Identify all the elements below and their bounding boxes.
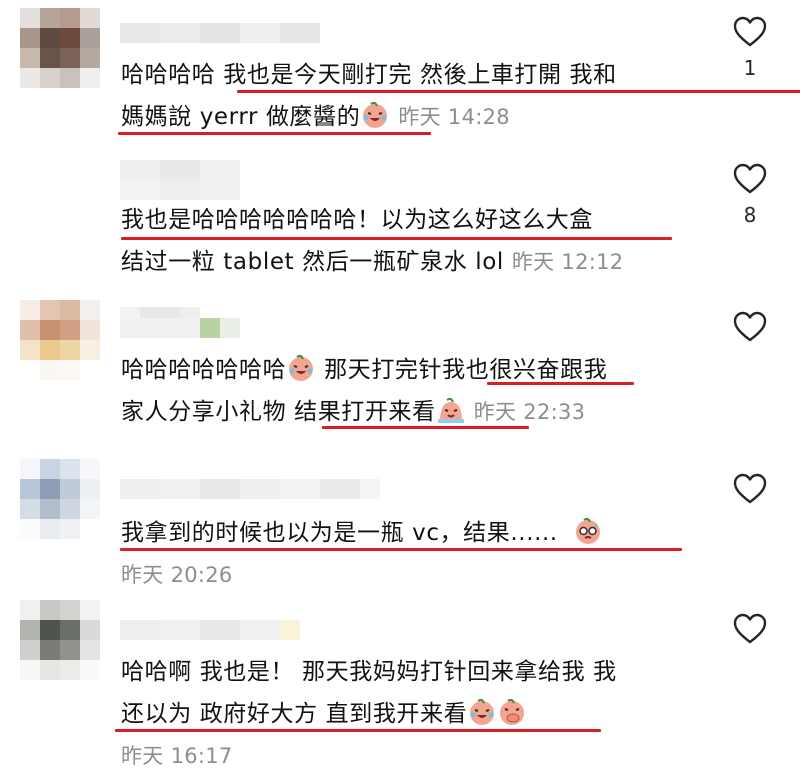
like-count: 8	[743, 203, 757, 227]
highlight-underline	[322, 426, 529, 429]
username	[120, 318, 240, 338]
highlight-underline	[115, 729, 601, 732]
timestamp: 昨天 14:28	[398, 105, 510, 129]
comment-text: 哈哈啊 我也是！ 那天我妈妈打针回来拿给我 我 还以为 政府好大方 直到我开来看…	[115, 651, 711, 777]
highlight-underline	[118, 132, 431, 135]
highlight-underline	[487, 382, 634, 385]
heart-outline-icon[interactable]	[733, 163, 767, 195]
username[interactable]	[120, 160, 240, 180]
heart-outline-icon[interactable]	[733, 16, 767, 48]
heart-outline-icon[interactable]	[733, 311, 767, 343]
username[interactable]	[120, 620, 300, 640]
avatar[interactable]	[20, 600, 100, 680]
comment-text: 哈哈哈哈哈哈哈 那天打完针我也很兴奋跟我 家人分享小礼物 结果打开来看 昨天 22…	[121, 349, 711, 433]
username[interactable]	[120, 479, 380, 499]
comment-text: 我拿到的时候也以为是一瓶 vc，结果...... 昨天 20:26	[120, 512, 711, 596]
timestamp: 昨天 20:26	[121, 563, 233, 587]
highlight-underline	[237, 90, 800, 93]
covering-mouth-emoji	[500, 698, 525, 725]
comment-text: 我也是哈哈哈哈哈哈哈！以为这么好这么大盒 结过一粒 tablet 然后一瓶矿泉水…	[121, 199, 711, 283]
timestamp: 昨天 12:12	[511, 250, 624, 274]
highlight-underline	[120, 548, 682, 551]
highlight-underline	[121, 237, 672, 240]
timestamp: 昨天 16:17	[121, 744, 233, 768]
melting-crying-emoji	[437, 397, 464, 423]
laughing-crying-emoji	[363, 101, 388, 128]
heart-outline-icon[interactable]	[733, 473, 767, 505]
username[interactable]	[120, 23, 320, 43]
timestamp: 昨天 22:33	[473, 400, 586, 424]
sweating-face-emoji	[575, 517, 600, 544]
avatar[interactable]	[20, 8, 100, 88]
comment-text: 哈哈哈哈 我也是今天剛打完 然後上車打開 我和 媽媽說 yerrr 做麼醬的 昨天…	[118, 54, 800, 138]
avatar[interactable]	[20, 459, 100, 539]
heart-outline-icon[interactable]	[733, 613, 767, 645]
username	[120, 180, 240, 200]
laughing-crying-emoji	[289, 354, 314, 381]
avatar[interactable]	[20, 300, 100, 380]
like-count: 1	[743, 56, 757, 80]
laughing-crying-emoji	[470, 698, 495, 725]
